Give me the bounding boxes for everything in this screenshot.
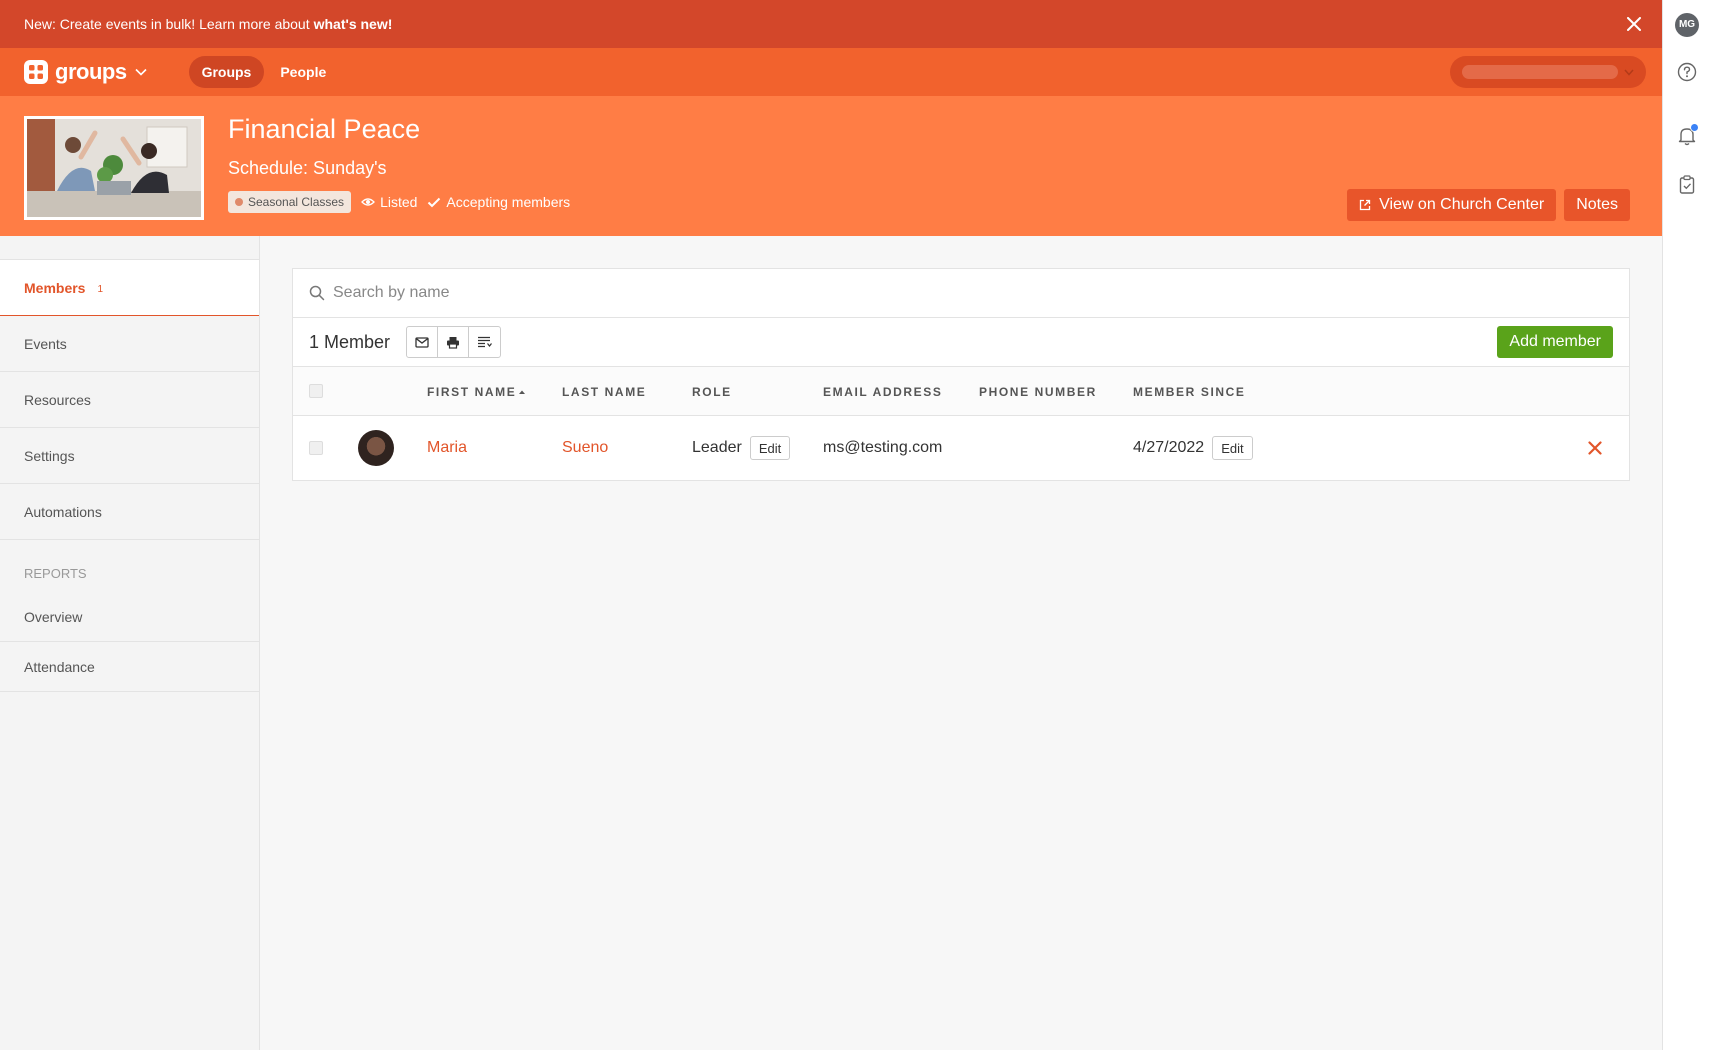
group-type-label: Seasonal Classes xyxy=(248,195,345,209)
email-cell: ms@testing.com xyxy=(823,439,943,456)
group-photo xyxy=(24,116,204,220)
column-last-name[interactable]: LAST NAME xyxy=(562,385,646,399)
user-avatar[interactable]: MG xyxy=(1675,13,1699,37)
group-type-badge: Seasonal Classes xyxy=(228,191,352,213)
clipboard-check-icon[interactable] xyxy=(1677,174,1697,194)
last-name-link[interactable]: Sueno xyxy=(562,416,608,480)
group-actions: View on Church Center Notes xyxy=(1339,189,1630,221)
nav-tab-people[interactable]: People xyxy=(280,64,326,80)
remove-member-icon[interactable] xyxy=(1585,438,1605,458)
chevron-down-icon xyxy=(1624,69,1634,76)
organization-select[interactable] xyxy=(1450,56,1646,88)
visibility-label: Listed xyxy=(380,194,418,210)
row-checkbox[interactable] xyxy=(309,441,323,455)
role-value: Leader xyxy=(692,439,742,456)
help-icon[interactable] xyxy=(1677,62,1697,82)
select-all-checkbox[interactable] xyxy=(309,384,323,398)
group-meta: Seasonal Classes Listed Accepting member… xyxy=(228,191,580,213)
church-center-label: View on Church Center xyxy=(1379,196,1545,213)
column-phone[interactable]: PHONE NUMBER xyxy=(979,385,1097,399)
group-schedule: Schedule: Sunday's xyxy=(228,158,387,178)
top-navigation: groups Groups People xyxy=(0,48,1662,96)
nav-tab-groups[interactable]: Groups xyxy=(188,56,265,88)
sidebar-item-events[interactable]: Events xyxy=(0,316,259,372)
external-link-icon xyxy=(1359,199,1371,211)
organization-name-redacted xyxy=(1462,65,1618,79)
edit-role-button[interactable]: Edit xyxy=(749,436,791,460)
eye-icon xyxy=(361,198,375,206)
search-input[interactable] xyxy=(333,284,933,302)
sidebar-item-overview[interactable]: Overview xyxy=(0,592,259,642)
column-member-since[interactable]: MEMBER SINCE xyxy=(1133,385,1246,399)
sidebar-item-settings[interactable]: Settings xyxy=(0,428,259,484)
announcement-bar: New: Create events in bulk! Learn more a… xyxy=(0,0,1662,48)
right-rail: MG xyxy=(1662,0,1710,1050)
column-first-name[interactable]: FIRST NAME xyxy=(427,385,526,399)
groups-logo-icon xyxy=(24,60,48,84)
checkmark-icon xyxy=(428,197,441,207)
sidebar-item-attendance[interactable]: Attendance xyxy=(0,642,259,692)
column-email[interactable]: EMAIL ADDRESS xyxy=(823,385,942,399)
role-cell: Leader Edit xyxy=(692,416,791,480)
badge-dot-icon xyxy=(235,198,243,206)
reports-heading: REPORTS xyxy=(24,566,87,581)
sidebar-item-automations[interactable]: Automations xyxy=(0,484,259,540)
members-panel: 1 Member Add member FIRST NAME LAST NA xyxy=(292,268,1630,481)
view-on-church-center-button[interactable]: View on Church Center xyxy=(1347,189,1557,221)
chevron-down-icon xyxy=(134,68,147,76)
member-search xyxy=(293,269,1629,318)
close-icon[interactable] xyxy=(1624,14,1644,34)
group-header: Financial Peace Schedule: Sunday's Seaso… xyxy=(0,96,1662,236)
sidebar-item-label: Members xyxy=(24,279,86,296)
notification-dot-icon xyxy=(1690,123,1699,132)
app-name: groups xyxy=(55,59,127,84)
bulk-actions xyxy=(406,326,502,358)
table-header: FIRST NAME LAST NAME ROLE EMAIL ADDRESS … xyxy=(293,367,1629,416)
sidebar-item-members[interactable]: Members 1 xyxy=(0,260,259,316)
member-count: 1 Member xyxy=(309,331,391,352)
enrollment-label: Accepting members xyxy=(446,194,571,210)
members-count-badge: 1 xyxy=(97,284,104,295)
column-role[interactable]: ROLE xyxy=(692,385,732,399)
app-switcher[interactable]: groups xyxy=(24,59,147,85)
group-title: Financial Peace xyxy=(228,114,421,144)
sort-ascending-icon xyxy=(519,390,526,394)
member-since-value: 4/27/2022 xyxy=(1133,439,1205,456)
email-icon[interactable] xyxy=(407,327,439,357)
groups-app: New: Create events in bulk! Learn more a… xyxy=(0,0,1662,1050)
member-since-cell: 4/27/2022 Edit xyxy=(1133,416,1253,480)
search-icon xyxy=(309,285,325,301)
edit-member-since-button[interactable]: Edit xyxy=(1212,436,1253,460)
sidebar-item-resources[interactable]: Resources xyxy=(0,372,259,428)
enrollment-status: Accepting members xyxy=(427,194,570,210)
group-sidebar: Members 1 Events Resources Settings Auto… xyxy=(0,236,260,1050)
print-icon[interactable] xyxy=(438,327,470,357)
table-row: Maria Sueno Leader Edit ms@testing.com 4… xyxy=(293,416,1629,480)
notifications-bell-icon[interactable] xyxy=(1677,123,1699,146)
members-toolbar: 1 Member Add member xyxy=(293,318,1629,367)
visibility-status: Listed xyxy=(361,194,417,210)
first-name-link[interactable]: Maria xyxy=(427,416,467,480)
whats-new-link[interactable]: what's new! xyxy=(314,16,393,32)
announcement-text: New: Create events in bulk! Learn more a… xyxy=(24,16,310,32)
notes-button[interactable]: Notes xyxy=(1564,189,1630,221)
add-member-button[interactable]: Add member xyxy=(1497,326,1613,358)
avatar[interactable] xyxy=(358,430,394,466)
columns-icon[interactable] xyxy=(469,327,500,357)
